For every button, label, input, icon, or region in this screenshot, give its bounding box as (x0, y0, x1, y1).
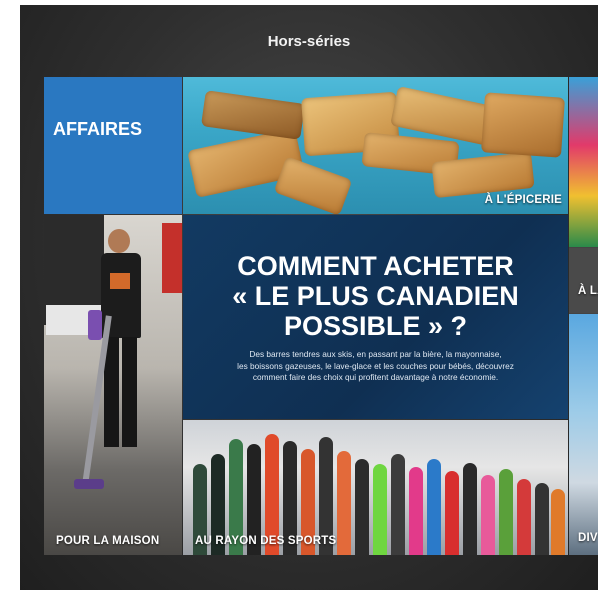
description-line: Des barres tendres aux skis, en passant … (249, 349, 502, 359)
tile-right-bottom-label: DIV (578, 532, 598, 544)
headline-line: POSSIBLE » ? (283, 311, 468, 341)
magazine-frame: Hors-séries AFFAIRES À L'ÉPICERIE POUR L… (20, 5, 598, 590)
tile-sports-label: AU RAYON DES SPORTS (195, 535, 337, 547)
headline-line: « LE PLUS CANADIEN (232, 281, 519, 311)
section-title: Hors-séries (267, 33, 351, 50)
feature-headline: COMMENT ACHETER « LE PLUS CANADIEN POSSI… (183, 251, 568, 341)
headline-line: COMMENT ACHETER (237, 251, 514, 281)
tile-epicerie[interactable]: À L'ÉPICERIE (183, 77, 568, 214)
description-line: les boissons gazeuses, le lave-glace et … (237, 360, 514, 371)
tile-sports[interactable]: AU RAYON DES SPORTS (183, 420, 568, 555)
tile-affaires[interactable]: AFFAIRES (44, 77, 182, 214)
tile-affaires-label: AFFAIRES (53, 119, 143, 139)
tile-right-top-label: À LA (578, 285, 598, 297)
feature-description: Des barres tendres aux skis, en passant … (203, 349, 548, 384)
tile-epicerie-label: À L'ÉPICERIE (484, 194, 562, 206)
tile-maison-label: POUR LA MAISON (56, 535, 160, 547)
vacuum-scene-image (44, 215, 182, 555)
description-line: comment faire des choix qui profitent da… (252, 372, 499, 382)
tile-maison[interactable]: POUR LA MAISON (44, 215, 182, 555)
next-tiles-column[interactable]: À LA DIV (569, 77, 598, 555)
feature-article[interactable]: COMMENT ACHETER « LE PLUS CANADIEN POSSI… (183, 215, 568, 419)
